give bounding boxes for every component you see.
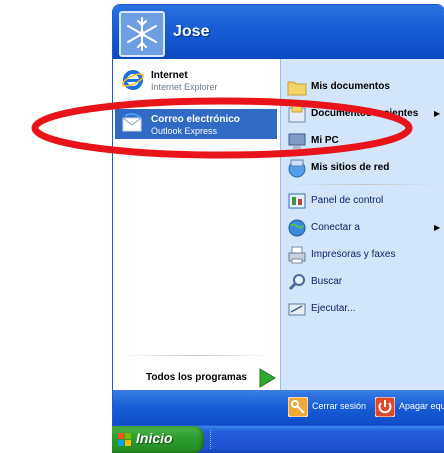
taskbar: Inicio [112,426,444,453]
power-icon [375,397,395,417]
printer-icon [288,246,306,264]
user-name: Jose [173,23,210,40]
start-button[interactable]: Inicio [112,426,204,453]
key-icon [288,397,308,417]
place-my-documents-label: Mis documentos [311,81,390,92]
place-recent-documents[interactable]: Documentos recientes ▶ [281,100,444,130]
control-panel-icon [288,193,306,209]
windows-logo-icon [118,433,131,446]
place-connect-to[interactable]: Conectar a ▶ [281,214,444,244]
outlook-express-icon [122,112,142,132]
program-internet[interactable]: Internet Internet Explorer [113,65,280,95]
divider [287,184,439,185]
user-header: Jose [113,5,444,59]
snowflake-icon [121,13,163,55]
shutdown-label: Apagar equipo [399,401,444,411]
session-bar: Cerrar sesión Apagar equipo [113,390,444,425]
divider [121,355,271,356]
program-internet-subtitle: Internet Explorer [151,82,218,92]
run-icon [288,303,306,316]
pinned-programs: Internet Internet Explorer Correo electr… [113,59,280,390]
search-icon [288,274,305,291]
place-control-panel[interactable]: Panel de control [281,187,444,217]
recent-documents-icon [288,105,306,123]
program-internet-title: Internet [151,70,188,81]
place-my-computer[interactable]: Mi PC [281,127,444,157]
place-search[interactable]: Buscar [281,268,444,298]
start-label: Inicio [136,430,173,446]
shutdown-button[interactable]: Apagar equipo [375,396,444,418]
logoff-button[interactable]: Cerrar sesión [288,396,366,418]
program-email[interactable]: Correo electrónico Outlook Express [115,109,277,139]
internet-explorer-icon [122,70,144,90]
start-menu: Jose Internet Internet Explorer Correo e… [112,4,444,426]
network-places-icon [288,159,306,178]
user-avatar [119,11,165,57]
place-printers[interactable]: Impresoras y faxes [281,241,444,271]
place-connect-to-label: Conectar a [311,222,360,233]
place-printers-label: Impresoras y faxes [311,249,396,260]
all-programs-button[interactable]: Todos los programas [113,363,280,393]
computer-icon [288,133,306,149]
play-arrow-icon [259,368,276,388]
taskbar-grip[interactable] [210,430,213,449]
logoff-label: Cerrar sesión [312,401,367,411]
place-control-panel-label: Panel de control [311,195,384,206]
place-my-computer-label: Mi PC [311,135,339,146]
program-email-subtitle: Outlook Express [151,126,218,136]
submenu-arrow-icon: ▶ [434,223,441,232]
place-run[interactable]: Ejecutar... [281,295,444,325]
place-recent-documents-label: Documentos recientes [311,108,419,119]
all-programs-label: Todos los programas [146,372,247,383]
place-network[interactable]: Mis sitios de red [281,154,444,184]
program-email-title: Correo electrónico [151,114,240,125]
connect-globe-icon [288,219,306,237]
places-panel: Mis documentos Documentos recientes ▶ Mi… [280,59,444,390]
folder-icon [287,81,307,96]
submenu-arrow-icon: ▶ [434,109,441,118]
place-search-label: Buscar [311,276,343,287]
place-my-documents[interactable]: Mis documentos [281,73,444,103]
place-run-label: Ejecutar... [311,303,356,314]
place-network-label: Mis sitios de red [311,162,390,173]
